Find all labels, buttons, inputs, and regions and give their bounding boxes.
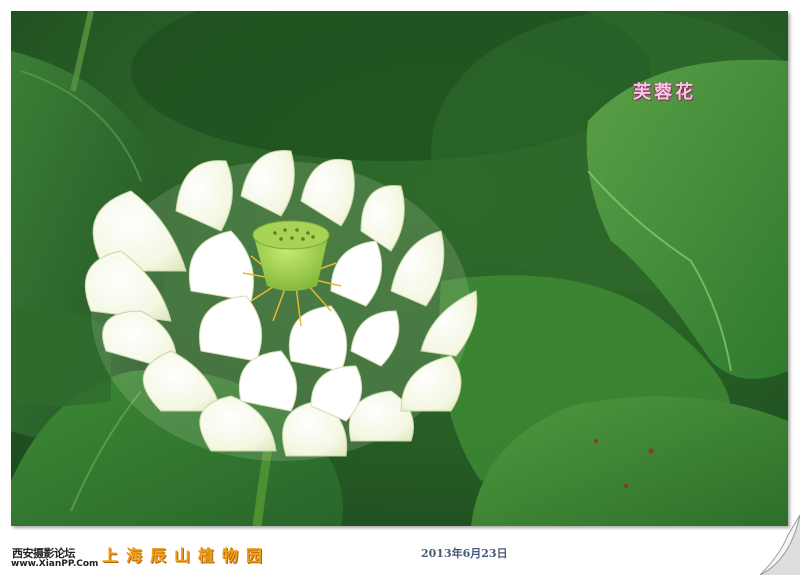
image-frame: 芙蓉花 西安摄影论坛 www.XianPP.Com 上海辰山植物园 2013年6…	[0, 0, 800, 575]
location-label: 上海辰山植物园	[102, 546, 271, 565]
photo-title: 芙蓉花	[633, 82, 696, 103]
date-label: 2013年6月23日	[421, 547, 508, 560]
page-curl-icon	[760, 515, 800, 575]
footer: 西安摄影论坛 www.XianPP.Com 上海辰山植物园 2013年6月23日	[0, 528, 800, 575]
site-url: www.XianPP.Com	[11, 559, 99, 569]
lotus-photo: 芙蓉花	[11, 11, 788, 526]
